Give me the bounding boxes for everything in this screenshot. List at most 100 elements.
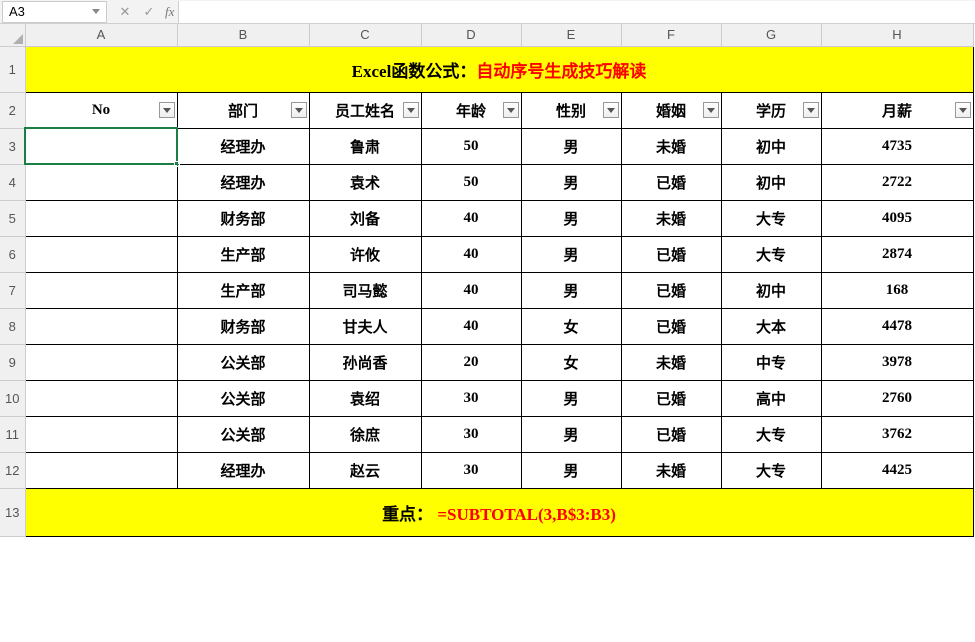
cell-E12[interactable]: 男 xyxy=(521,452,621,488)
cell-F10[interactable]: 已婚 xyxy=(621,380,721,416)
cell-H7[interactable]: 168 xyxy=(821,272,973,308)
spreadsheet-grid[interactable]: A B C D E F G H 1 Excel函数公式：自动序号生成技巧解读 2… xyxy=(0,24,975,537)
cell-C12[interactable]: 赵云 xyxy=(309,452,421,488)
cell-A8[interactable] xyxy=(25,308,177,344)
cell-D7[interactable]: 40 xyxy=(421,272,521,308)
cell-F4[interactable]: 已婚 xyxy=(621,164,721,200)
cell-C4[interactable]: 袁术 xyxy=(309,164,421,200)
cell-A10[interactable] xyxy=(25,380,177,416)
cell-G9[interactable]: 中专 xyxy=(721,344,821,380)
cell-B7[interactable]: 生产部 xyxy=(177,272,309,308)
cell-H11[interactable]: 3762 xyxy=(821,416,973,452)
header-edu[interactable]: 学历 xyxy=(721,92,821,128)
cell-C6[interactable]: 许攸 xyxy=(309,236,421,272)
cell-A11[interactable] xyxy=(25,416,177,452)
row-header-10[interactable]: 10 xyxy=(0,380,25,416)
cell-H8[interactable]: 4478 xyxy=(821,308,973,344)
row-header-8[interactable]: 8 xyxy=(0,308,25,344)
cell-H3[interactable]: 4735 xyxy=(821,128,973,164)
cell-E5[interactable]: 男 xyxy=(521,200,621,236)
cell-H5[interactable]: 4095 xyxy=(821,200,973,236)
cell-F5[interactable]: 未婚 xyxy=(621,200,721,236)
cell-F3[interactable]: 未婚 xyxy=(621,128,721,164)
cell-G6[interactable]: 大专 xyxy=(721,236,821,272)
cell-A4[interactable] xyxy=(25,164,177,200)
cell-F8[interactable]: 已婚 xyxy=(621,308,721,344)
cell-B9[interactable]: 公关部 xyxy=(177,344,309,380)
cell-D3[interactable]: 50 xyxy=(421,128,521,164)
cell-E6[interactable]: 男 xyxy=(521,236,621,272)
cell-B11[interactable]: 公关部 xyxy=(177,416,309,452)
cell-D12[interactable]: 30 xyxy=(421,452,521,488)
row-header-6[interactable]: 6 xyxy=(0,236,25,272)
header-marry[interactable]: 婚姻 xyxy=(621,92,721,128)
col-header-D[interactable]: D xyxy=(421,24,521,46)
cell-G11[interactable]: 大专 xyxy=(721,416,821,452)
col-header-B[interactable]: B xyxy=(177,24,309,46)
cell-D6[interactable]: 40 xyxy=(421,236,521,272)
cell-G5[interactable]: 大专 xyxy=(721,200,821,236)
title-cell[interactable]: Excel函数公式：自动序号生成技巧解读 xyxy=(25,46,973,92)
cell-E4[interactable]: 男 xyxy=(521,164,621,200)
row-header-9[interactable]: 9 xyxy=(0,344,25,380)
cell-D8[interactable]: 40 xyxy=(421,308,521,344)
cell-B10[interactable]: 公关部 xyxy=(177,380,309,416)
cell-D9[interactable]: 20 xyxy=(421,344,521,380)
cell-B8[interactable]: 财务部 xyxy=(177,308,309,344)
cell-E9[interactable]: 女 xyxy=(521,344,621,380)
cell-H4[interactable]: 2722 xyxy=(821,164,973,200)
cell-E11[interactable]: 男 xyxy=(521,416,621,452)
cell-B12[interactable]: 经理办 xyxy=(177,452,309,488)
cell-A5[interactable] xyxy=(25,200,177,236)
select-all-corner[interactable] xyxy=(0,24,25,46)
cell-E10[interactable]: 男 xyxy=(521,380,621,416)
col-header-H[interactable]: H xyxy=(821,24,973,46)
cell-H9[interactable]: 3978 xyxy=(821,344,973,380)
header-dept[interactable]: 部门 xyxy=(177,92,309,128)
cell-D4[interactable]: 50 xyxy=(421,164,521,200)
row-header-5[interactable]: 5 xyxy=(0,200,25,236)
cell-A7[interactable] xyxy=(25,272,177,308)
cell-C3[interactable]: 鲁肃 xyxy=(309,128,421,164)
cell-C7[interactable]: 司马懿 xyxy=(309,272,421,308)
cell-F7[interactable]: 已婚 xyxy=(621,272,721,308)
row-header-3[interactable]: 3 xyxy=(0,128,25,164)
row-header-12[interactable]: 12 xyxy=(0,452,25,488)
header-salary[interactable]: 月薪 xyxy=(821,92,973,128)
filter-icon[interactable] xyxy=(803,102,819,118)
cell-D5[interactable]: 40 xyxy=(421,200,521,236)
col-header-A[interactable]: A xyxy=(25,24,177,46)
cell-C5[interactable]: 刘备 xyxy=(309,200,421,236)
formula-input[interactable] xyxy=(178,1,975,23)
cell-G7[interactable]: 初中 xyxy=(721,272,821,308)
cell-B3[interactable]: 经理办 xyxy=(177,128,309,164)
cell-D10[interactable]: 30 xyxy=(421,380,521,416)
cell-B6[interactable]: 生产部 xyxy=(177,236,309,272)
col-header-E[interactable]: E xyxy=(521,24,621,46)
cell-G10[interactable]: 高中 xyxy=(721,380,821,416)
header-no[interactable]: No xyxy=(25,92,177,128)
header-age[interactable]: 年龄 xyxy=(421,92,521,128)
cell-C10[interactable]: 袁绍 xyxy=(309,380,421,416)
cell-H12[interactable]: 4425 xyxy=(821,452,973,488)
col-header-G[interactable]: G xyxy=(721,24,821,46)
cell-E7[interactable]: 男 xyxy=(521,272,621,308)
cell-F12[interactable]: 未婚 xyxy=(621,452,721,488)
cell-F6[interactable]: 已婚 xyxy=(621,236,721,272)
cell-H10[interactable]: 2760 xyxy=(821,380,973,416)
col-header-F[interactable]: F xyxy=(621,24,721,46)
cell-A3[interactable] xyxy=(25,128,177,164)
cell-A6[interactable] xyxy=(25,236,177,272)
cell-C8[interactable]: 甘夫人 xyxy=(309,308,421,344)
filter-icon[interactable] xyxy=(159,102,175,118)
cell-F9[interactable]: 未婚 xyxy=(621,344,721,380)
filter-icon[interactable] xyxy=(403,102,419,118)
cell-G12[interactable]: 大专 xyxy=(721,452,821,488)
filter-icon[interactable] xyxy=(503,102,519,118)
cell-H6[interactable]: 2874 xyxy=(821,236,973,272)
cell-G3[interactable]: 初中 xyxy=(721,128,821,164)
col-header-C[interactable]: C xyxy=(309,24,421,46)
row-header-2[interactable]: 2 xyxy=(0,92,25,128)
row-header-1[interactable]: 1 xyxy=(0,46,25,92)
cell-A9[interactable] xyxy=(25,344,177,380)
